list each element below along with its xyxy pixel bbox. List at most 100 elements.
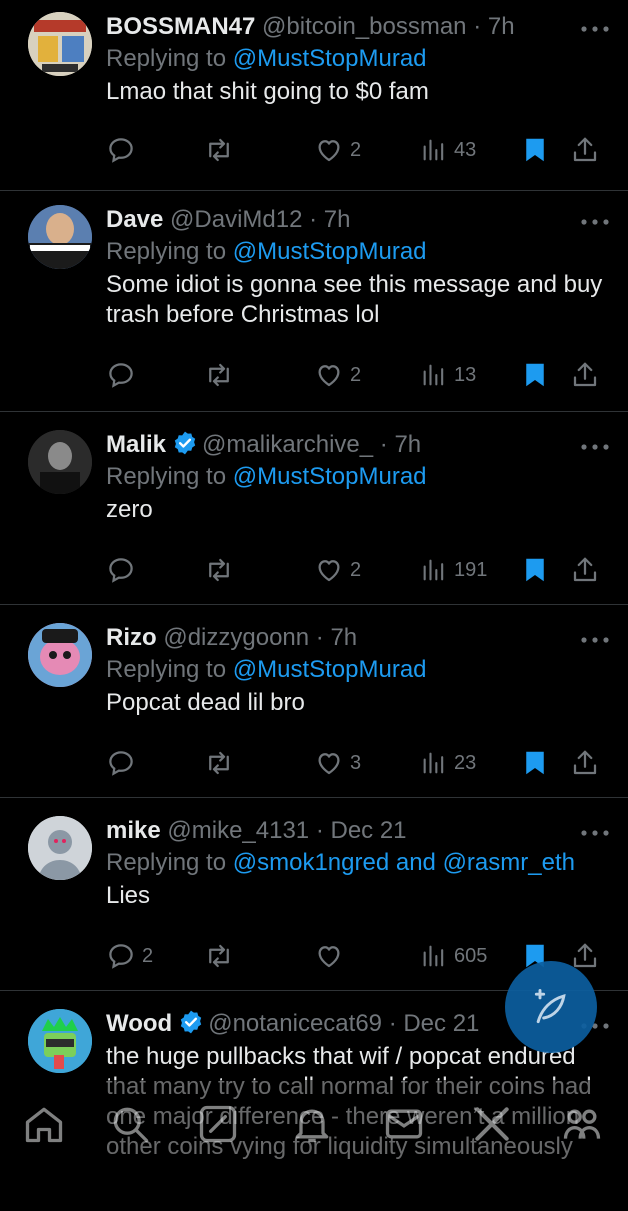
more-options-icon[interactable] bbox=[580, 24, 610, 34]
handle[interactable]: @notanicecat69 bbox=[208, 1010, 382, 1037]
tweet-text: Lies bbox=[106, 882, 151, 909]
avatar[interactable] bbox=[28, 816, 92, 880]
reply-button[interactable] bbox=[106, 358, 142, 392]
avatar[interactable] bbox=[28, 1009, 92, 1073]
mention-link[interactable]: @MustStopMurad bbox=[233, 463, 427, 490]
views-button[interactable]: 191 bbox=[420, 553, 487, 587]
avatar[interactable] bbox=[28, 623, 92, 687]
x-logo-icon[interactable] bbox=[470, 1102, 514, 1146]
handle[interactable]: @bitcoin_bossman bbox=[262, 13, 466, 40]
avatar[interactable] bbox=[28, 205, 92, 269]
tweet-text: Some idiot is gonna see this message and… bbox=[106, 271, 603, 328]
like-button[interactable] bbox=[314, 939, 350, 973]
heart-icon bbox=[318, 365, 340, 387]
timestamp[interactable]: · 7h bbox=[309, 206, 350, 233]
display-name[interactable]: BOSSMAN47 bbox=[106, 13, 255, 40]
share-button[interactable] bbox=[570, 746, 600, 780]
reply-button[interactable]: 2 bbox=[106, 939, 153, 973]
retweet-button[interactable] bbox=[204, 939, 240, 973]
like-button[interactable]: 2 bbox=[314, 358, 361, 392]
more-options-icon[interactable] bbox=[580, 635, 610, 645]
tweet[interactable]: Rizo @dizzygoonn · 7h Replying to @MustS… bbox=[0, 605, 628, 798]
bottom-navigation bbox=[0, 1080, 628, 1200]
retweet-button[interactable] bbox=[204, 133, 240, 167]
views-icon bbox=[423, 139, 444, 161]
replying-to: Replying to @MustStopMurad bbox=[106, 44, 608, 74]
bookmark-icon bbox=[526, 751, 544, 775]
heart-icon bbox=[318, 560, 340, 582]
home-icon[interactable] bbox=[22, 1102, 66, 1146]
tweet[interactable]: mike @mike_4131 · Dec 21 Replying to @sm… bbox=[0, 798, 628, 991]
share-button[interactable] bbox=[570, 553, 600, 587]
timestamp[interactable]: · Dec 21 bbox=[389, 1010, 480, 1037]
display-name[interactable]: Wood bbox=[106, 1010, 172, 1037]
views-button[interactable]: 43 bbox=[420, 133, 476, 167]
views-button[interactable]: 23 bbox=[420, 746, 476, 780]
like-button[interactable]: 3 bbox=[314, 746, 361, 780]
share-button[interactable] bbox=[570, 358, 600, 392]
communities-icon[interactable] bbox=[560, 1102, 604, 1146]
search-icon[interactable] bbox=[108, 1102, 152, 1146]
notifications-icon[interactable] bbox=[290, 1102, 334, 1146]
reply-button[interactable] bbox=[106, 133, 142, 167]
views-icon bbox=[423, 752, 444, 774]
tweet[interactable]: BOSSMAN47 @bitcoin_bossman · 7h Replying… bbox=[0, 0, 628, 191]
heart-icon bbox=[318, 946, 340, 968]
share-icon bbox=[573, 557, 597, 582]
share-icon bbox=[573, 750, 597, 775]
compose-button[interactable] bbox=[505, 961, 597, 1053]
views-icon bbox=[423, 945, 444, 967]
mention-link[interactable]: @smok1ngred and @rasmr_eth bbox=[233, 849, 575, 876]
like-count: 2 bbox=[350, 363, 362, 386]
share-button[interactable] bbox=[570, 133, 600, 167]
timestamp[interactable]: · 7h bbox=[316, 624, 357, 651]
bookmark-button[interactable] bbox=[520, 133, 550, 167]
display-name[interactable]: Rizo bbox=[106, 624, 157, 651]
views-icon bbox=[423, 364, 444, 386]
verified-badge-icon[interactable] bbox=[178, 1009, 204, 1035]
mention-link[interactable]: @MustStopMurad bbox=[233, 656, 427, 683]
handle[interactable]: @dizzygoonn bbox=[163, 624, 309, 651]
retweet-icon bbox=[209, 751, 229, 775]
timestamp[interactable]: · 7h bbox=[473, 13, 514, 40]
handle[interactable]: @mike_4131 bbox=[167, 817, 309, 844]
display-name[interactable]: Dave bbox=[106, 206, 163, 233]
reply-button[interactable] bbox=[106, 553, 142, 587]
handle[interactable]: @malikarchive_ bbox=[202, 431, 373, 458]
tweet[interactable]: Malik @malikarchive_ · 7h Replying to @Mu… bbox=[0, 412, 628, 605]
reply-button[interactable] bbox=[106, 746, 142, 780]
retweet-button[interactable] bbox=[204, 746, 240, 780]
handle[interactable]: @DaviMd12 bbox=[170, 206, 302, 233]
mention-link[interactable]: @MustStopMurad bbox=[233, 238, 427, 265]
views-button[interactable]: 605 bbox=[420, 939, 487, 973]
like-button[interactable]: 2 bbox=[314, 133, 361, 167]
view-count: 605 bbox=[454, 944, 488, 967]
more-options-icon[interactable] bbox=[580, 442, 610, 452]
bookmark-button[interactable] bbox=[520, 553, 550, 587]
avatar-image bbox=[28, 205, 92, 269]
reply-icon bbox=[109, 944, 133, 969]
more-options-icon[interactable] bbox=[580, 828, 610, 838]
views-button[interactable]: 13 bbox=[420, 358, 476, 392]
verified-badge-icon[interactable] bbox=[172, 430, 198, 456]
more-options-icon[interactable] bbox=[580, 217, 610, 227]
display-name[interactable]: Malik bbox=[106, 431, 166, 458]
display-name[interactable]: mike bbox=[106, 817, 161, 844]
grok-icon[interactable] bbox=[196, 1102, 240, 1146]
heart-icon bbox=[318, 753, 340, 775]
bookmark-button[interactable] bbox=[520, 358, 550, 392]
view-count: 23 bbox=[454, 751, 477, 774]
replying-prefix: Replying to bbox=[106, 656, 233, 683]
retweet-button[interactable] bbox=[204, 553, 240, 587]
mention-link[interactable]: @MustStopMurad bbox=[233, 45, 427, 72]
retweet-icon bbox=[209, 944, 229, 968]
avatar[interactable] bbox=[28, 12, 92, 76]
messages-icon[interactable] bbox=[382, 1102, 426, 1146]
timestamp[interactable]: · Dec 21 bbox=[316, 817, 407, 844]
like-button[interactable]: 2 bbox=[314, 553, 361, 587]
retweet-button[interactable] bbox=[204, 358, 240, 392]
tweet[interactable]: Dave @DaviMd12 · 7h Replying to @MustSto… bbox=[0, 191, 628, 412]
bookmark-button[interactable] bbox=[520, 746, 550, 780]
timestamp[interactable]: · 7h bbox=[380, 431, 421, 458]
avatar[interactable] bbox=[28, 430, 92, 494]
